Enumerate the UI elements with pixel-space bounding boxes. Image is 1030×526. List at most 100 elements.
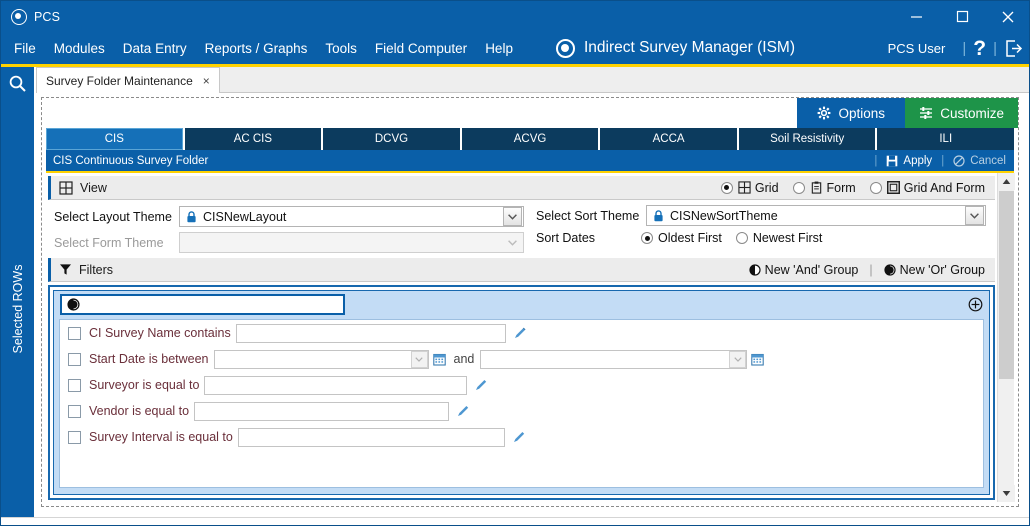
menu-item-data-entry[interactable]: Data Entry	[114, 38, 196, 59]
calendar-icon[interactable]	[432, 353, 446, 366]
view-mode-grid-and-form[interactable]: Grid And Form	[869, 180, 985, 195]
filter-condition-row: CI Survey Name contains	[60, 320, 983, 346]
vertical-scrollbar[interactable]	[997, 173, 1015, 502]
menu-item-tools[interactable]: Tools	[316, 38, 366, 59]
new-and-group-label: New 'And' Group	[764, 262, 859, 277]
pencil-icon[interactable]	[474, 378, 488, 392]
condition-date-from[interactable]	[213, 349, 429, 369]
form-theme-row: Select Form Theme	[54, 232, 524, 253]
form-theme-label: Select Form Theme	[54, 235, 164, 250]
menu-item-reports-graphs[interactable]: Reports / Graphs	[196, 38, 317, 59]
menu-item-modules[interactable]: Modules	[45, 38, 114, 59]
condition-value-input[interactable]	[237, 427, 505, 447]
lock-icon	[186, 210, 197, 223]
pencil-icon[interactable]	[512, 430, 526, 444]
new-and-group-button[interactable]: New 'And' Group	[749, 262, 859, 277]
sidebar-vertical-label: Selected ROWs	[10, 264, 25, 353]
layout-theme-select[interactable]: CISNewLayout	[179, 206, 524, 227]
condition-checkbox[interactable]	[68, 378, 81, 392]
menu-item-field-computer[interactable]: Field Computer	[366, 38, 476, 59]
menu-item-help[interactable]: Help	[476, 38, 522, 59]
chevron-down-icon[interactable]	[410, 350, 428, 368]
question-mark-icon[interactable]: ?	[973, 38, 986, 59]
condition-checkbox[interactable]	[68, 430, 81, 444]
application-window: PCS File Modules Data Entry Reports / Gr…	[0, 0, 1030, 526]
condition-label: Vendor is equal to	[89, 404, 190, 418]
menu-item-file[interactable]: File	[5, 38, 45, 59]
folder-title: CIS Continuous Survey Folder	[53, 154, 209, 167]
search-icon[interactable]	[1, 67, 34, 100]
cancel-label: Cancel	[970, 154, 1006, 167]
sort-theme-select[interactable]: CISNewSortTheme	[646, 205, 986, 226]
condition-label: Surveyor is equal to	[89, 378, 200, 392]
chevron-down-icon[interactable]	[503, 207, 522, 226]
window-title: PCS	[34, 9, 61, 24]
scrollbar-thumb[interactable]	[999, 191, 1014, 379]
condition-value-input[interactable]	[235, 323, 506, 343]
tab-acca[interactable]: ACCA	[600, 128, 737, 150]
view-mode-grid-label: Grid	[754, 180, 779, 195]
clipboard-icon	[810, 181, 823, 194]
view-mode-grid[interactable]: Grid	[720, 180, 779, 195]
customize-button[interactable]: Customize	[905, 98, 1018, 128]
options-button[interactable]: Options	[797, 98, 906, 128]
sort-dates-row: Sort Dates Oldest First Newest First	[536, 231, 822, 245]
close-button[interactable]	[985, 1, 1029, 32]
pencil-icon[interactable]	[513, 326, 527, 340]
tab-ili[interactable]: ILI	[877, 128, 1015, 150]
scroll-down-button[interactable]	[998, 485, 1015, 502]
minimize-button[interactable]	[893, 1, 939, 32]
tab-close-icon[interactable]: ×	[203, 74, 210, 88]
tab-acvg[interactable]: ACVG	[461, 128, 599, 150]
scroll-up-button[interactable]	[998, 173, 1015, 190]
condition-checkbox[interactable]	[68, 404, 81, 418]
theme-settings: Select Layout Theme CISNewLayout Select …	[48, 200, 995, 258]
gear-icon	[817, 106, 831, 120]
sort-dates-newest-first[interactable]: Newest First	[735, 231, 823, 245]
title-bar: PCS	[1, 1, 1029, 32]
add-condition-button[interactable]	[968, 297, 983, 312]
sort-dates-oldest-first[interactable]: Oldest First	[641, 231, 722, 245]
sort-theme-label: Select Sort Theme	[536, 208, 640, 223]
cancel-button[interactable]: Cancel	[953, 155, 1006, 167]
save-disk-icon	[886, 155, 898, 167]
content-panel: Options Customize CIS AC CIS DCVG ACVG A…	[41, 97, 1019, 507]
chevron-down-icon[interactable]	[729, 350, 747, 368]
view-mode-grid-and-form-label: Grid And Form	[903, 180, 985, 195]
tab-survey-folder-maintenance[interactable]: Survey Folder Maintenance ×	[36, 67, 220, 93]
calendar-icon[interactable]	[751, 353, 765, 366]
tab-dcvg[interactable]: DCVG	[323, 128, 460, 150]
grid-icon	[59, 180, 73, 195]
tab-cis[interactable]: CIS	[46, 128, 183, 150]
module-title-badge: Indirect Survey Manager (ISM)	[555, 38, 795, 58]
pcs-circle-logo-icon	[11, 8, 27, 25]
new-or-group-button[interactable]: New 'Or' Group	[884, 263, 985, 277]
apply-label: Apply	[903, 154, 933, 167]
half-circle-filled-icon	[884, 263, 896, 276]
condition-value-input[interactable]	[194, 401, 450, 421]
filter-group-operator-input[interactable]	[60, 293, 345, 315]
selected-rows-sidebar[interactable]: Selected ROWs	[1, 100, 34, 517]
filter-condition-row: Vendor is equal to	[60, 398, 983, 424]
filter-condition-row: Surveyor is equal to	[60, 372, 983, 398]
pencil-icon[interactable]	[456, 404, 470, 418]
apply-button[interactable]: Apply	[886, 155, 932, 167]
condition-checkbox[interactable]	[68, 352, 81, 366]
logout-icon[interactable]	[1004, 39, 1023, 58]
funnel-icon	[59, 263, 72, 276]
tab-ac-cis[interactable]: AC CIS	[184, 128, 322, 150]
maximize-button[interactable]	[939, 1, 985, 32]
view-section-title: View	[80, 180, 107, 195]
condition-label: Start Date is between	[89, 352, 209, 366]
grid-icon	[738, 181, 751, 194]
view-mode-form[interactable]: Form	[792, 181, 856, 195]
tab-soil-resistivity[interactable]: Soil Resistivity	[738, 128, 876, 150]
sort-dates-newest-label: Newest First	[752, 231, 823, 245]
options-label: Options	[838, 105, 885, 121]
condition-value-input[interactable]	[204, 375, 468, 395]
radio-grid-and-form	[869, 181, 882, 194]
status-bar	[1, 517, 1029, 525]
condition-checkbox[interactable]	[68, 326, 81, 340]
chevron-down-icon[interactable]	[965, 206, 984, 225]
condition-date-to[interactable]	[480, 349, 748, 369]
